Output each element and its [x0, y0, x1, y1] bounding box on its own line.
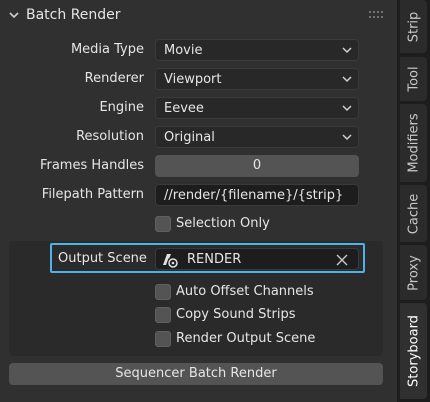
tab-cache[interactable]: Cache — [400, 185, 427, 242]
frames-handles-row: Frames Handles 0 — [0, 155, 397, 177]
selection-only-checkbox[interactable] — [155, 216, 171, 232]
panel-header[interactable]: Batch Render — [0, 0, 397, 31]
tab-label: Proxy — [406, 254, 421, 291]
chevron-down-icon — [342, 134, 352, 141]
copy-sound-strips-label[interactable]: Copy Sound Strips — [176, 307, 296, 322]
resolution-label: Resolution — [76, 129, 144, 144]
renderer-dropdown[interactable]: Viewport — [155, 68, 359, 90]
tab-tool[interactable]: Tool — [400, 57, 427, 101]
tab-label: Storyboard — [406, 315, 421, 387]
frames-handles-value: 0 — [252, 158, 262, 173]
tab-modifiers[interactable]: Modifiers — [400, 104, 427, 182]
output-scene-focus-outline — [50, 243, 365, 273]
sequencer-batch-render-label: Sequencer Batch Render — [115, 366, 277, 381]
engine-dropdown[interactable]: Eevee — [155, 97, 359, 119]
batch-render-panel: Batch Render Media Type Movie Renderer V… — [0, 0, 397, 402]
resolution-value: Original — [164, 130, 215, 145]
engine-row: Engine Eevee — [0, 97, 397, 119]
resolution-dropdown[interactable]: Original — [155, 126, 359, 148]
filepath-pattern-row: Filepath Pattern //render/{filename}/{st… — [0, 184, 397, 206]
tab-proxy[interactable]: Proxy — [400, 245, 427, 300]
engine-label: Engine — [99, 100, 144, 115]
chevron-down-icon — [342, 105, 352, 112]
auto-offset-channels-label[interactable]: Auto Offset Channels — [176, 284, 314, 299]
media-type-row: Media Type Movie — [0, 39, 397, 61]
render-output-scene-label[interactable]: Render Output Scene — [176, 331, 315, 346]
tab-label: Modifiers — [406, 113, 421, 173]
render-output-scene-checkbox[interactable] — [155, 331, 171, 347]
renderer-row: Renderer Viewport — [0, 68, 397, 90]
engine-value: Eevee — [164, 101, 204, 116]
tab-label: Tool — [406, 66, 421, 92]
sidebar-tabs: Strip Tool Modifiers Cache Proxy Storybo… — [397, 0, 430, 402]
chevron-down-icon — [342, 47, 352, 54]
drag-grip-icon[interactable] — [368, 10, 386, 20]
selection-only-label[interactable]: Selection Only — [176, 216, 270, 231]
tab-storyboard[interactable]: Storyboard — [400, 303, 427, 399]
chevron-down-icon[interactable] — [8, 9, 20, 21]
panel-title: Batch Render — [26, 7, 121, 23]
frames-handles-label: Frames Handles — [39, 158, 144, 173]
renderer-value: Viewport — [164, 72, 222, 87]
copy-sound-strips-checkbox[interactable] — [155, 307, 171, 323]
filepath-pattern-input[interactable]: //render/{filename}/{strip} — [155, 184, 359, 206]
renderer-label: Renderer — [84, 71, 144, 86]
media-type-label: Media Type — [70, 42, 144, 57]
tab-strip[interactable]: Strip — [400, 0, 427, 53]
frames-handles-field[interactable]: 0 — [155, 155, 359, 177]
resolution-row: Resolution Original — [0, 126, 397, 148]
media-type-value: Movie — [164, 43, 203, 58]
chevron-down-icon — [342, 76, 352, 83]
tab-label: Strip — [406, 11, 421, 42]
media-type-dropdown[interactable]: Movie — [155, 39, 359, 61]
sequencer-batch-render-button[interactable]: Sequencer Batch Render — [9, 363, 383, 385]
filepath-pattern-label: Filepath Pattern — [41, 187, 144, 202]
auto-offset-channels-checkbox[interactable] — [155, 284, 171, 300]
tab-label: Cache — [406, 193, 421, 234]
filepath-pattern-value: //render/{filename}/{strip} — [164, 188, 344, 203]
